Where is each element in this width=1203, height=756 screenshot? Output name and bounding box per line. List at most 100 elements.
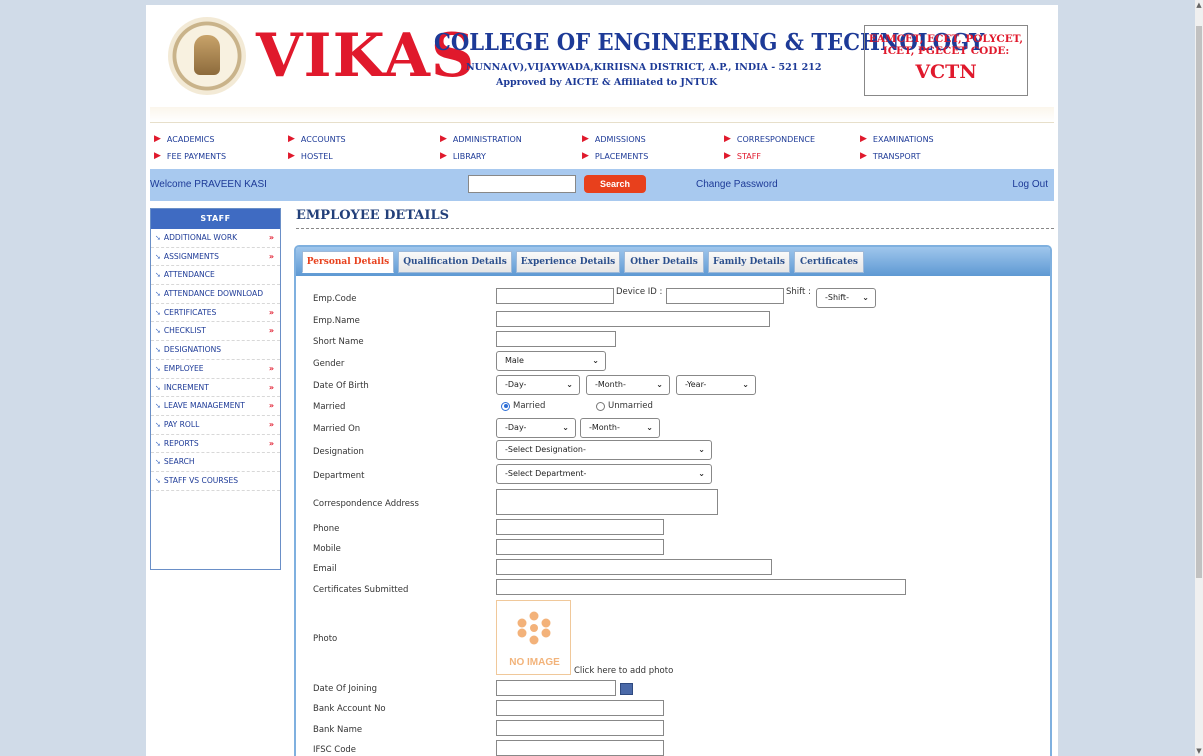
approval-text: Approved by AICTE & Affiliated to JNTUK [496,77,718,88]
emp-name-field[interactable] [496,311,770,327]
nav-academics[interactable]: ▶ ACADEMICS [154,134,214,144]
married-radio[interactable]: Married [501,401,545,411]
nav-staff[interactable]: ▶ STAFF [724,151,761,161]
tab-other-details[interactable]: Other Details [624,251,704,273]
chevron-down-icon: ⌄ [566,380,573,389]
unmarried-radio[interactable]: Unmarried [596,401,653,411]
sidebar-item-reports[interactable]: ➘ REPORTS» [151,435,280,454]
top-navigation: ▶ ACADEMICS ▶ ACCOUNTS ▶ ADMINISTRATION ▶ AD… [150,129,1054,169]
emp-code-field[interactable] [496,288,614,304]
department-select[interactable]: -Select Department- ⌄ [496,464,712,484]
welcome-text: Welcome PRAVEEN KASI [150,179,267,190]
sidebar-item-certificates[interactable]: ➘ CERTIFICATES» [151,304,280,323]
device-id-field[interactable] [666,288,784,304]
nav-library[interactable]: ▶ LIBRARY [440,151,486,161]
tab-qualification-details[interactable]: Qualification Details [398,251,512,273]
scroll-down-icon[interactable]: ▼ [1195,746,1203,756]
no-image-text: NO IMAGE [509,657,560,668]
nav-fee-payments[interactable]: ▶ FEE PAYMENTS [154,151,226,161]
chevron-down-icon: ⌄ [862,293,869,302]
chevron-down-icon: ⌄ [698,469,705,478]
shift-select[interactable]: -Shift- ⌄ [816,288,876,308]
search-button[interactable]: Search [584,175,646,193]
designation-select[interactable]: -Select Designation- ⌄ [496,440,712,460]
phone-field[interactable] [496,519,664,535]
photo-upload[interactable]: NO IMAGE [496,600,571,675]
tab-experience-details[interactable]: Experience Details [516,251,620,273]
page-title: EMPLOYEE DETAILS [296,208,1054,229]
tab-personal-details[interactable]: Personal Details [302,251,394,273]
address-label: Correspondence Address [313,499,419,509]
change-password-link[interactable]: Change Password [696,179,778,190]
email-field[interactable] [496,559,772,575]
tab-family-details[interactable]: Family Details [708,251,790,273]
mobile-field[interactable] [496,539,664,555]
sidebar-item-attendance-download[interactable]: ➘ ATTENDANCE DOWNLOAD [151,285,280,304]
nav-examinations[interactable]: ▶ EXAMINATIONS [860,134,934,144]
sidebar-arrow-icon: ➘ [155,290,161,299]
nav-arrow-icon: ▶ [154,151,161,161]
sidebar-item-pay-roll[interactable]: ➘ PAY ROLL» [151,416,280,435]
saraswati-figure-icon [194,35,220,75]
nav-arrow-icon: ▶ [440,151,447,161]
chevron-down-icon: ⌄ [562,423,569,432]
designation-label: Designation [313,447,364,457]
bank-account-field[interactable] [496,700,664,716]
sidebar-arrow-icon: ➘ [155,402,161,411]
sidebar-arrow-icon: ➘ [155,420,161,429]
bank-name-field[interactable] [496,720,664,736]
scrollbar-thumb[interactable] [1196,26,1202,578]
sidebar-arrow-icon: ➘ [155,364,161,373]
nav-administration[interactable]: ▶ ADMINISTRATION [440,134,522,144]
sidebar-item-search[interactable]: ➘ SEARCH [151,453,280,472]
address-field[interactable] [496,489,718,515]
college-seal-logo [168,17,246,95]
mobile-label: Mobile [313,544,341,554]
nav-arrow-icon: ▶ [582,151,589,161]
certificates-field[interactable] [496,579,906,595]
sidebar-item-employee[interactable]: ➘ EMPLOYEE» [151,360,280,379]
gender-label: Gender [313,359,345,369]
emp-code-label: Emp.Code [313,294,357,304]
ifsc-field[interactable] [496,740,664,756]
sidebar-item-additional-work[interactable]: ➘ ADDITIONAL WORK» [151,229,280,248]
search-input[interactable] [468,175,576,193]
dob-month-select[interactable]: -Month- ⌄ [586,375,670,395]
expand-chevron-icon: » [268,419,274,429]
married-on-day-select[interactable]: -Day- ⌄ [496,418,576,438]
sidebar-item-designations[interactable]: ➘ DESIGNATIONS [151,341,280,360]
nav-correspondence[interactable]: ▶ CORRESPONDENCE [724,134,815,144]
nav-arrow-icon: ▶ [288,134,295,144]
gender-select[interactable]: Male ⌄ [496,351,606,371]
dob-year-select[interactable]: -Year- ⌄ [676,375,756,395]
sidebar-item-increment[interactable]: ➘ INCREMENT» [151,379,280,398]
tab-certificates[interactable]: Certificates [794,251,864,273]
calendar-icon[interactable] [620,683,633,695]
sidebar-arrow-icon: ➘ [155,476,161,485]
nav-placements[interactable]: ▶ PLACEMENTS [582,151,648,161]
vertical-scrollbar[interactable]: ▲ ▼ [1195,0,1203,756]
sidebar-item-attendance[interactable]: ➘ ATTENDANCE [151,266,280,286]
expand-chevron-icon: » [268,363,274,373]
nav-arrow-icon: ▶ [440,134,447,144]
sidebar-item-leave-management[interactable]: ➘ LEAVE MANAGEMENT» [151,397,280,416]
sidebar-item-checklist[interactable]: ➘ CHECKLIST» [151,322,280,342]
short-name-field[interactable] [496,331,616,347]
expand-chevron-icon: » [268,326,274,336]
sidebar-item-assignments[interactable]: ➘ ASSIGNMENTS» [151,248,280,267]
nav-accounts[interactable]: ▶ ACCOUNTS [288,134,346,144]
sidebar-arrow-icon: ➘ [155,252,161,261]
logout-link[interactable]: Log Out [1012,179,1048,190]
joining-date-field[interactable] [496,680,616,696]
scroll-up-icon[interactable]: ▲ [1195,0,1203,10]
nav-hostel[interactable]: ▶ HOSTEL [288,151,333,161]
add-photo-link[interactable]: Click here to add photo [574,666,673,676]
shift-label: Shift : [786,287,811,297]
married-on-month-select[interactable]: -Month- ⌄ [580,418,660,438]
nav-transport[interactable]: ▶ TRANSPORT [860,151,921,161]
expand-chevron-icon: » [268,251,274,261]
sidebar-item-staff-vs-courses[interactable]: ➘ STAFF VS COURSES [151,472,280,491]
radio-checked-icon [501,401,510,411]
nav-admissions[interactable]: ▶ ADMISSIONS [582,134,646,144]
dob-day-select[interactable]: -Day- ⌄ [496,375,580,395]
